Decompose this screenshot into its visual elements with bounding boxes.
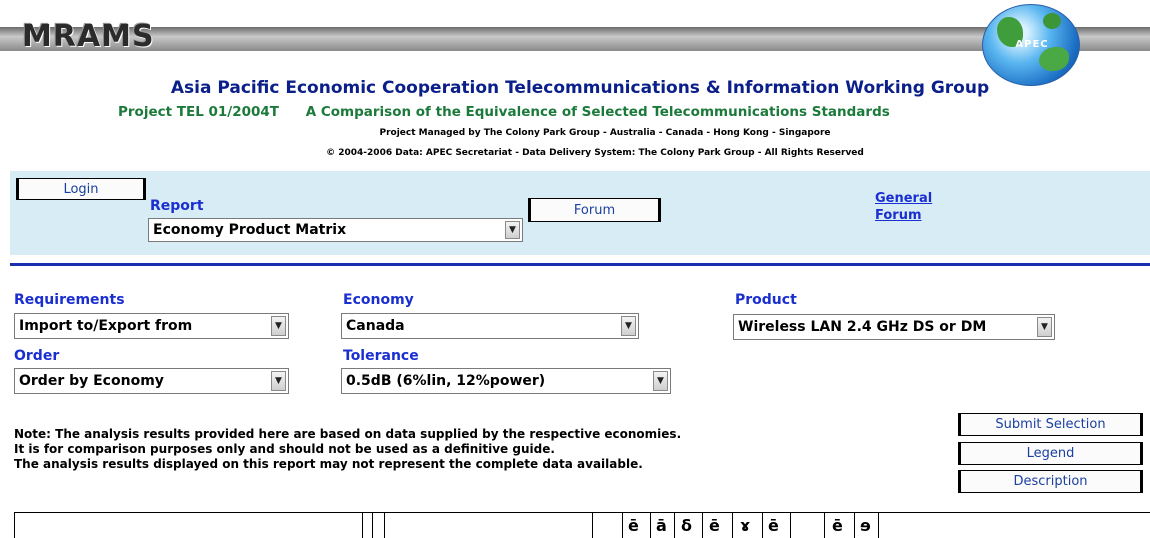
chevron-down-icon[interactable]: ▼ xyxy=(505,221,520,239)
project-code: Project TEL 01/2004T xyxy=(118,104,279,120)
report-select-value: Economy Product Matrix xyxy=(153,222,347,238)
column-header-glyph: ē xyxy=(628,516,639,535)
chevron-down-icon[interactable]: ▼ xyxy=(1037,317,1052,337)
order-label: Order xyxy=(14,348,60,364)
requirements-label: Requirements xyxy=(14,292,125,308)
page-title: Asia Pacific Economic Cooperation Teleco… xyxy=(170,78,990,98)
copyright-text: © 2004-2006 Data: APEC Secretariat - Dat… xyxy=(326,148,864,158)
results-table-header: ē ā δ ē ɤ ē ē ɘ xyxy=(14,512,1150,538)
apec-logo-text: APEC xyxy=(1015,39,1049,50)
disclaimer-note: Note: The analysis results provided here… xyxy=(14,427,682,471)
column-header-glyph: ē xyxy=(768,516,779,535)
tolerance-label: Tolerance xyxy=(343,348,419,364)
report-select[interactable]: Economy Product Matrix ▼ xyxy=(148,218,523,242)
project-subtitle: Project TEL 01/2004T A Comparison of the… xyxy=(118,104,890,120)
chevron-down-icon[interactable]: ▼ xyxy=(271,316,286,336)
economy-label: Economy xyxy=(343,292,414,308)
column-header-glyph: ē xyxy=(709,516,720,535)
requirements-select[interactable]: Import to/Export from ▼ xyxy=(14,313,289,339)
column-header-glyph: δ xyxy=(681,516,692,535)
order-select[interactable]: Order by Economy ▼ xyxy=(14,368,289,394)
tolerance-select[interactable]: 0.5dB (6%lin, 12%power) ▼ xyxy=(341,368,671,394)
managed-by-text: Project Managed by The Colony Park Group… xyxy=(379,128,831,138)
apec-globe-logo: APEC xyxy=(982,4,1080,86)
mrams-logo: MRAMS xyxy=(22,18,155,54)
chevron-down-icon[interactable]: ▼ xyxy=(271,371,286,391)
product-label: Product xyxy=(735,292,797,308)
product-select[interactable]: Wireless LAN 2.4 GHz DS or DM ▼ xyxy=(733,314,1055,340)
project-name: A Comparison of the Equivalence of Selec… xyxy=(305,104,890,120)
economy-select[interactable]: Canada ▼ xyxy=(341,313,639,339)
section-divider xyxy=(10,263,1150,266)
chevron-down-icon[interactable]: ▼ xyxy=(653,371,668,391)
legend-button[interactable]: Legend xyxy=(958,442,1143,465)
column-header-glyph: ɘ xyxy=(860,516,871,535)
chevron-down-icon[interactable]: ▼ xyxy=(621,316,636,336)
page-header: MRAMS APEC Asia Pacific Economic Coopera… xyxy=(0,0,1150,170)
general-forum-link[interactable]: General Forum xyxy=(875,190,932,224)
column-header-glyph: ɤ xyxy=(740,516,751,535)
description-button[interactable]: Description xyxy=(958,470,1143,493)
column-header-glyph: ē xyxy=(832,516,843,535)
header-bar xyxy=(0,27,1150,51)
forum-button[interactable]: Forum xyxy=(528,198,661,222)
column-header-glyph: ā xyxy=(656,516,667,535)
report-label: Report xyxy=(150,198,204,214)
report-toolbar: Login Report Economy Product Matrix ▼ Fo… xyxy=(10,171,1150,255)
submit-selection-button[interactable]: Submit Selection xyxy=(958,413,1143,436)
login-button[interactable]: Login xyxy=(16,178,146,200)
